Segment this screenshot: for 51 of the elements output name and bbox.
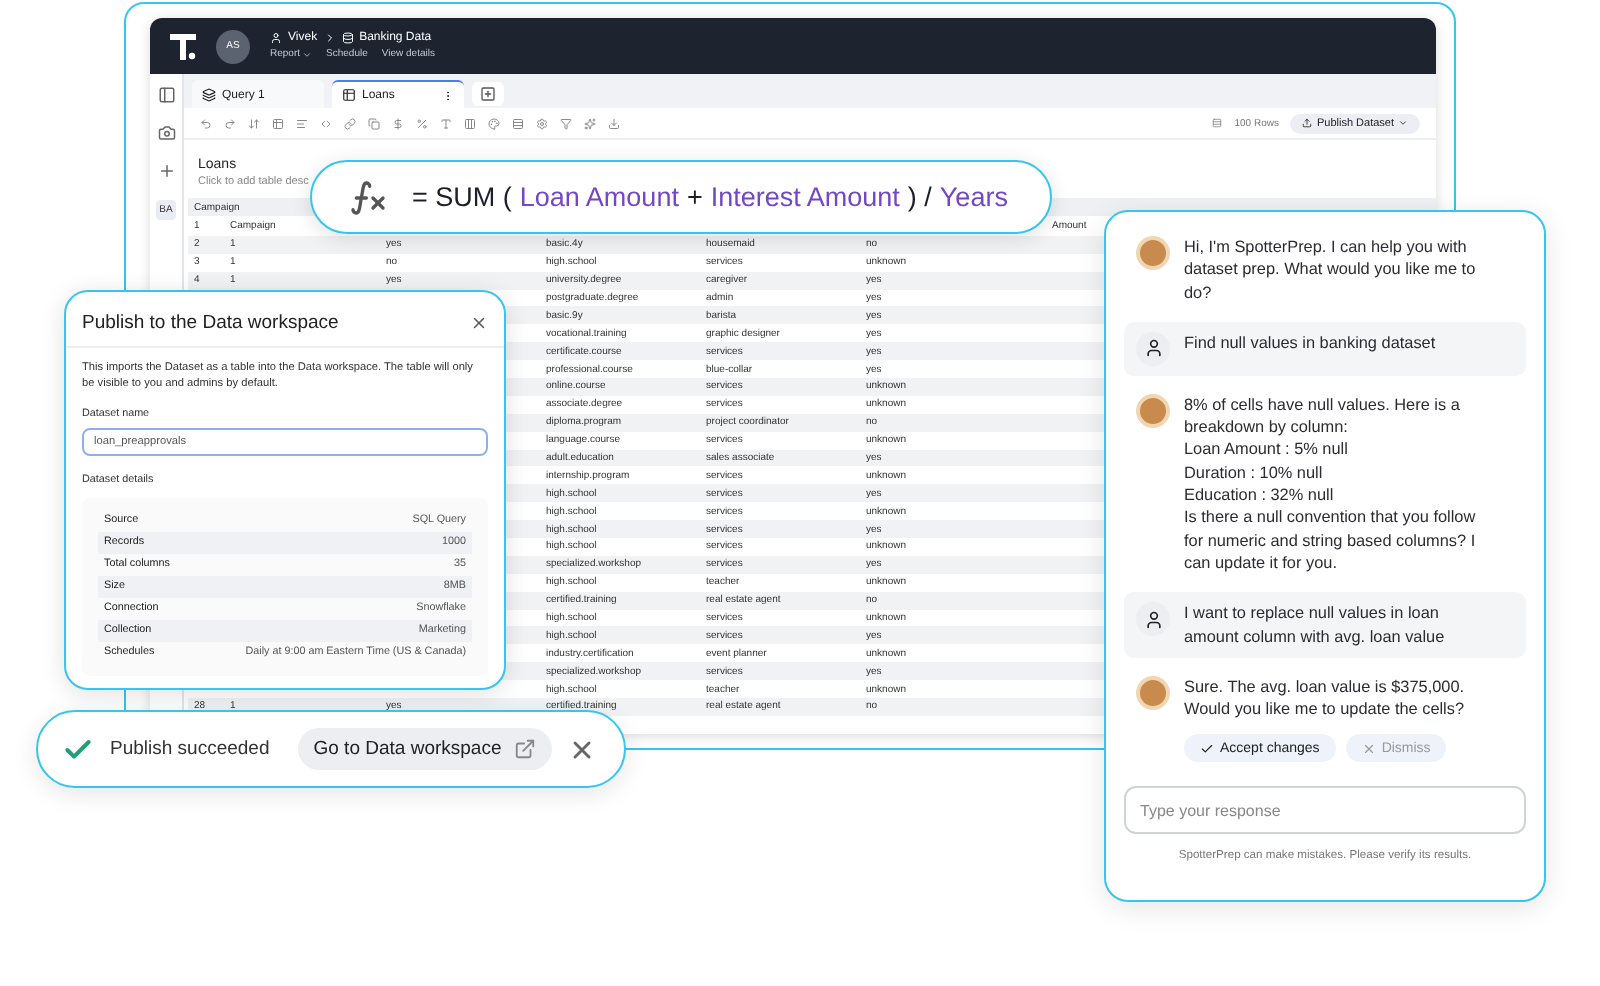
- align-icon[interactable]: [296, 117, 308, 129]
- message-text: I want to replace null values in loan amount column with avg. loan value: [1184, 602, 1447, 648]
- filter-icon[interactable]: [560, 117, 572, 129]
- download-icon[interactable]: [608, 117, 620, 129]
- close-icon: [1361, 741, 1376, 756]
- check-icon: [1200, 741, 1214, 756]
- go-to-workspace-button[interactable]: Go to Data workspace: [297, 728, 552, 770]
- function-icon: [348, 177, 388, 217]
- rows-icon[interactable]: [512, 117, 524, 129]
- copy-icon[interactable]: [368, 117, 380, 129]
- sparkles-icon[interactable]: [584, 117, 596, 129]
- rows-icon: [1212, 118, 1223, 128]
- redo-icon[interactable]: [224, 117, 236, 129]
- bot-avatar: [1136, 675, 1170, 710]
- user-icon: [270, 32, 282, 44]
- columns-icon[interactable]: [464, 117, 476, 129]
- undo-icon[interactable]: [200, 117, 212, 129]
- message-text: Find null values in banking dataset: [1184, 331, 1436, 355]
- camera-icon[interactable]: [157, 124, 175, 142]
- settings-icon[interactable]: [536, 117, 548, 129]
- message-text: 8% of cells have null values. Here is a breakdown by column: Loan Amount : 5% null Duration : 10% null Education : 32% null Is there a null convention that you follow for numeric and string based columns? I can update it for you.: [1184, 393, 1476, 575]
- plus-icon: [480, 86, 496, 102]
- dialog-title: Publish to the Data workspace: [82, 312, 339, 334]
- close-icon[interactable]: [470, 314, 488, 332]
- link-icon[interactable]: [344, 117, 356, 129]
- response-field[interactable]: Type your response: [1124, 786, 1526, 835]
- palette-icon[interactable]: [488, 117, 500, 129]
- dollar-icon[interactable]: [392, 117, 404, 129]
- user-avatar: [1136, 602, 1170, 637]
- panel-icon[interactable]: [157, 86, 175, 104]
- caret-icon: [1398, 118, 1408, 128]
- logo-icon: [170, 33, 196, 59]
- add-tab-button[interactable]: [472, 82, 504, 106]
- table-icon: [342, 88, 356, 102]
- message-text: Sure. The avg. loan value is $375,000. Would you like me to update the cells?: [1184, 675, 1467, 721]
- formula-text: = SUM ( Loan Amount + Interest Amount ) / Years: [412, 182, 1008, 212]
- toast-message: Publish succeeded: [110, 738, 270, 760]
- layers-icon: [202, 88, 216, 102]
- database-icon: [341, 32, 354, 44]
- bot-avatar: [1136, 393, 1170, 428]
- chevron-icon: [323, 32, 336, 44]
- upload-icon: [1302, 118, 1313, 128]
- plus-icon[interactable]: [157, 162, 175, 180]
- message-text: Hi, I'm SpotterPrep. I can help you with dataset prep. What would you like me to do?: [1184, 236, 1476, 304]
- user-avatar: [1136, 331, 1170, 366]
- text-icon[interactable]: [440, 117, 452, 129]
- sort-icon[interactable]: [248, 117, 260, 129]
- table-icon[interactable]: [272, 117, 284, 129]
- external-link-icon: [513, 738, 536, 760]
- percent-icon[interactable]: [416, 117, 428, 129]
- bot-avatar: [1136, 236, 1170, 270]
